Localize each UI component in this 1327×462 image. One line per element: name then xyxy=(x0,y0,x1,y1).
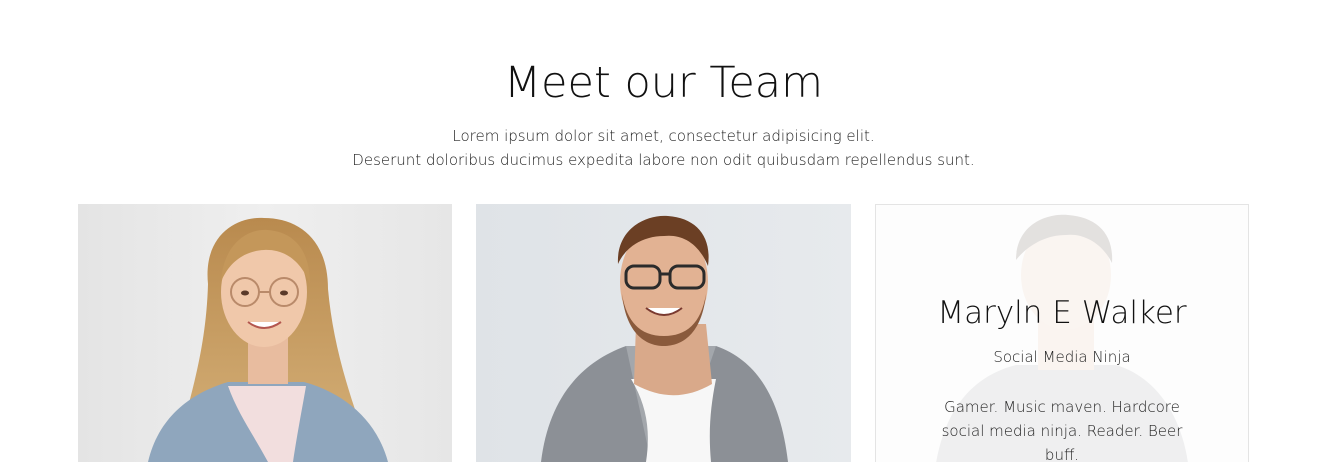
team-section: Meet our Team Lorem ipsum dolor sit amet… xyxy=(0,0,1327,462)
member-role: Social Media Ninja xyxy=(993,348,1131,366)
member-bio: Gamer. Music maven. Hardcore social medi… xyxy=(941,398,1183,462)
woman-portrait-photo xyxy=(78,204,452,462)
subtitle-line-1: Lorem ipsum dolor sit amet, consectetur … xyxy=(452,127,875,145)
man-with-glasses-portrait-photo xyxy=(476,204,851,462)
section-title: Meet our Team xyxy=(503,58,824,108)
section-subtitle: Lorem ipsum dolor sit amet, consectetur … xyxy=(0,124,1327,172)
subtitle-line-2: Deserunt doloribus ducimus expedita labo… xyxy=(352,151,975,169)
member-details: Maryln E Walker Social Media Ninja Gamer… xyxy=(876,205,1248,462)
member-name: Maryln E Walker xyxy=(937,295,1187,331)
team-card-3[interactable]: Maryln E Walker Social Media Ninja Gamer… xyxy=(875,204,1249,462)
team-card-2[interactable] xyxy=(476,204,851,462)
team-card-1[interactable] xyxy=(78,204,452,462)
